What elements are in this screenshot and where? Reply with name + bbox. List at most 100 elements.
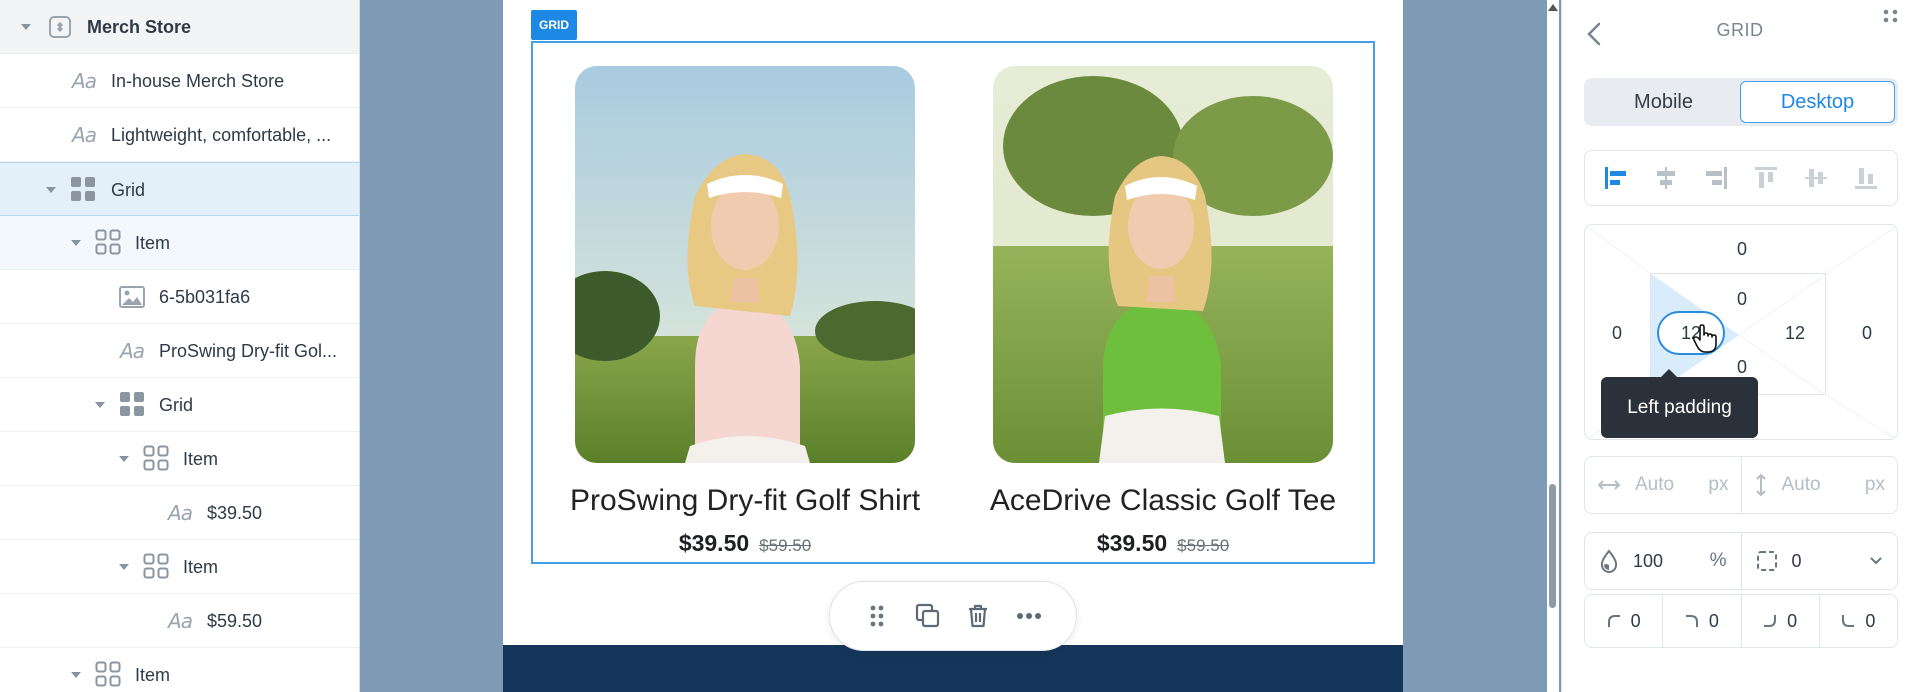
radius-value: 0 [1630, 610, 1641, 631]
layer-text-subtitle[interactable]: Aa Lightweight, comfortable, ... [0, 108, 359, 162]
product-title[interactable]: ProSwing Dry-fit Golf Shirt [535, 484, 955, 518]
layer-label: Lightweight, comfortable, ... [111, 125, 332, 145]
corner-bottom-left-icon [1842, 615, 1855, 627]
width-arrows-icon [1597, 480, 1621, 490]
opacity-field[interactable]: 100 % [1585, 533, 1742, 589]
product-price[interactable]: $39.50 [679, 530, 749, 557]
price-row: $39.50 $59.50 [953, 530, 1373, 557]
text-icon: Aa [72, 123, 97, 147]
radius-value: 0 [1708, 610, 1719, 631]
properties-panel: GRID Mobile Desktop 0 0 0 0 12 0 12 Auto… [1561, 0, 1917, 692]
scroll-up-arrow-icon[interactable] [1548, 4, 1558, 11]
grid-icon [119, 391, 145, 417]
layer-label: Merch Store [87, 17, 192, 37]
border-field[interactable]: 0 [1742, 533, 1898, 589]
margin-right-value[interactable]: 0 [1847, 323, 1887, 344]
radius-top-right[interactable]: 0 [1663, 595, 1742, 647]
radius-fields: 0 0 0 0 [1584, 594, 1898, 648]
text-icon: Aa [72, 69, 97, 93]
drag-handle-icon[interactable] [860, 599, 894, 633]
layer-label: $59.50 [207, 611, 263, 631]
layer-label: 6-5b031fa6 [159, 287, 251, 307]
margin-top-value[interactable]: 0 [1722, 239, 1762, 260]
image-icon [119, 284, 145, 310]
padding-right-value[interactable]: 12 [1775, 323, 1815, 344]
layer-text-old-price[interactable]: Aa $59.50 [0, 594, 359, 648]
grid-badge: GRID [531, 10, 577, 40]
width-placeholder: Auto [1635, 474, 1675, 495]
layer-label: Item [183, 449, 219, 469]
product-old-price[interactable]: $59.50 [759, 536, 811, 556]
product-title[interactable]: AceDrive Classic Golf Tee [953, 484, 1373, 518]
height-field[interactable]: Auto px [1742, 457, 1898, 513]
layer-label: ProSwing Dry-fit Gol... [159, 341, 338, 361]
corner-bottom-right-icon [1764, 615, 1777, 627]
delete-icon[interactable] [961, 599, 995, 633]
height-arrows-icon [1755, 473, 1766, 497]
width-unit: px [1708, 474, 1729, 495]
product-price[interactable]: $39.50 [1097, 530, 1167, 557]
chevron-down-icon[interactable] [1869, 556, 1883, 566]
layer-merch-store[interactable]: Merch Store [0, 0, 359, 54]
layer-label: Grid [159, 395, 194, 415]
layer-label: Grid [111, 180, 146, 200]
align-center-icon[interactable] [1651, 163, 1681, 193]
alignment-group [1584, 150, 1898, 206]
panel-title: GRID [1716, 20, 1764, 40]
caret-down-icon[interactable] [119, 564, 129, 570]
layer-grid-selected[interactable]: Grid [0, 162, 359, 216]
align-top-icon[interactable] [1751, 163, 1781, 193]
caret-down-icon[interactable] [71, 240, 81, 246]
layer-item[interactable]: Item [0, 540, 359, 594]
mobile-tab[interactable]: Mobile [1587, 81, 1740, 123]
component-icon [47, 14, 73, 40]
radius-bottom-left[interactable]: 0 [1820, 595, 1897, 647]
product-image[interactable] [993, 66, 1333, 463]
border-value: 0 [1791, 550, 1802, 571]
product-old-price[interactable]: $59.50 [1177, 536, 1229, 556]
width-field[interactable]: Auto px [1585, 457, 1742, 513]
layer-text-product-title[interactable]: Aa ProSwing Dry-fit Gol... [0, 324, 359, 378]
opacity-drop-icon [1600, 549, 1618, 573]
duplicate-icon[interactable] [911, 599, 945, 633]
layer-item[interactable]: Item [0, 216, 359, 270]
align-middle-icon[interactable] [1801, 163, 1831, 193]
desktop-tab[interactable]: Desktop [1740, 81, 1895, 123]
more-options-icon[interactable] [1012, 599, 1046, 633]
layer-item[interactable]: Item [0, 648, 359, 692]
panel-drag-icon[interactable] [1882, 8, 1902, 35]
footer-section[interactable] [503, 645, 1403, 692]
caret-down-icon[interactable] [21, 24, 31, 30]
caret-down-icon[interactable] [71, 672, 81, 678]
scrollbar-thumb[interactable] [1549, 484, 1556, 608]
padding-top-value[interactable]: 0 [1722, 289, 1762, 310]
layers-panel: Merch Store Aa In-house Merch Store Aa L… [0, 0, 360, 692]
align-bottom-icon[interactable] [1851, 163, 1881, 193]
grid-item-icon [95, 229, 121, 255]
layer-label: Item [135, 233, 171, 253]
radius-value: 0 [1865, 610, 1876, 631]
grid-icon [70, 176, 96, 202]
layer-label: Item [135, 665, 171, 685]
layer-image[interactable]: 6-5b031fa6 [0, 270, 359, 324]
caret-down-icon[interactable] [95, 402, 105, 408]
layer-text-price[interactable]: Aa $39.50 [0, 486, 359, 540]
layer-grid-prices[interactable]: Grid [0, 378, 359, 432]
text-icon: Aa [168, 609, 193, 633]
caret-down-icon[interactable] [46, 187, 56, 193]
layer-text-title[interactable]: Aa In-house Merch Store [0, 54, 359, 108]
margin-left-value[interactable]: 0 [1597, 323, 1637, 344]
align-left-icon[interactable] [1601, 163, 1631, 193]
radius-top-left[interactable]: 0 [1585, 595, 1664, 647]
price-row: $39.50 $59.50 [535, 530, 955, 557]
hand-cursor-icon [1692, 324, 1718, 359]
caret-down-icon[interactable] [119, 456, 129, 462]
height-placeholder: Auto [1781, 474, 1821, 495]
padding-bottom-value[interactable]: 0 [1722, 357, 1762, 378]
layer-label: In-house Merch Store [111, 71, 285, 91]
align-right-icon[interactable] [1701, 163, 1731, 193]
product-image[interactable] [575, 66, 915, 463]
layer-item[interactable]: Item [0, 432, 359, 486]
radius-bottom-right[interactable]: 0 [1742, 595, 1820, 647]
opacity-border-fields: 100 % 0 [1584, 532, 1898, 590]
